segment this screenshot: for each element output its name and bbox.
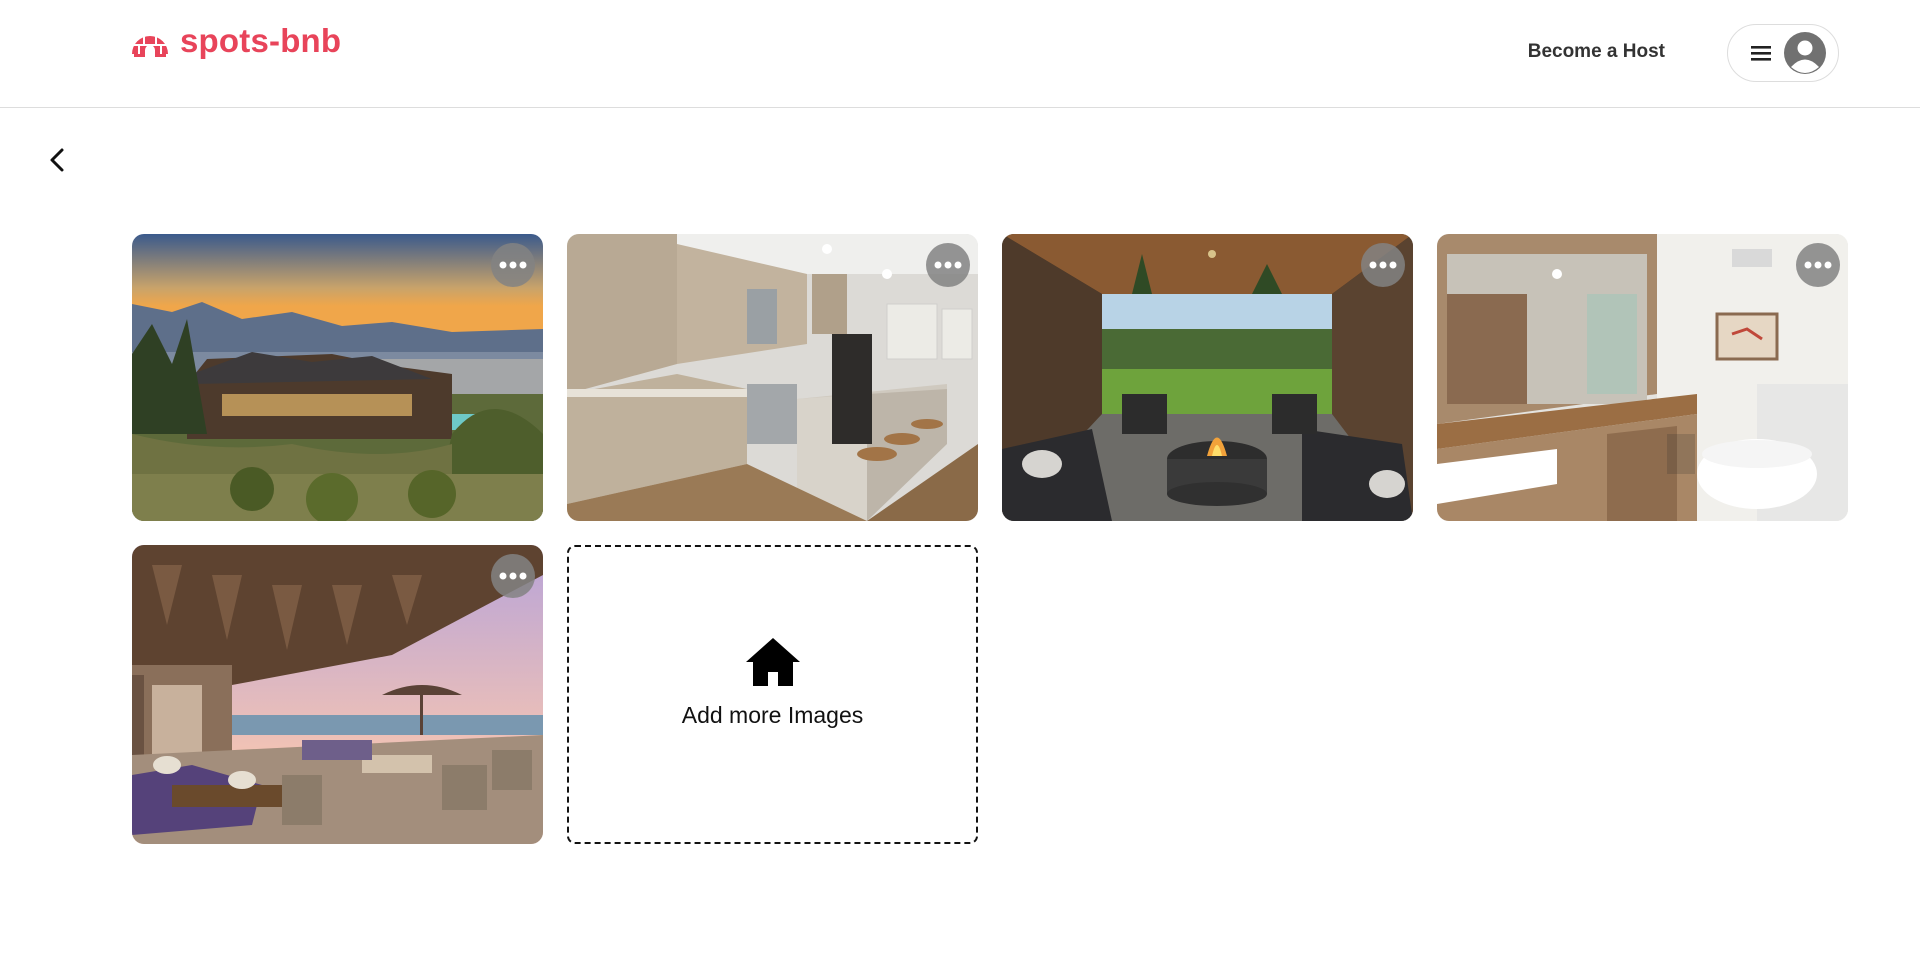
photo-options-button[interactable]: [926, 243, 970, 287]
site-header: spots-bnb Become a Host: [0, 0, 1920, 108]
photo-options-button[interactable]: [1361, 243, 1405, 287]
photo-options-button[interactable]: [491, 243, 535, 287]
photo-options-button[interactable]: [1796, 243, 1840, 287]
bathroom-photo: [1437, 234, 1848, 521]
add-more-images-label: Add more Images: [681, 702, 864, 728]
become-host-link[interactable]: Become a Host: [1528, 41, 1665, 63]
kitchen-photo: [567, 234, 978, 521]
photo-card-kitchen[interactable]: [567, 234, 978, 521]
hamburger-icon: [1751, 46, 1771, 61]
photo-card-terrace[interactable]: [132, 545, 543, 844]
lodge-exterior-photo: [132, 234, 543, 521]
back-button[interactable]: [42, 143, 72, 177]
user-menu-button[interactable]: [1727, 24, 1839, 82]
ellipsis-icon: [1804, 261, 1832, 269]
photo-card-lodge-exterior[interactable]: [132, 234, 543, 521]
photo-grid: Add more Images: [132, 234, 1848, 844]
photo-options-button[interactable]: [491, 554, 535, 598]
photo-card-bathroom[interactable]: [1437, 234, 1848, 521]
chevron-left-icon: [50, 148, 64, 172]
patio-firepit-photo: [1002, 234, 1413, 521]
photo-card-patio-firepit[interactable]: [1002, 234, 1413, 521]
brand-logo[interactable]: spots-bnb: [130, 22, 341, 60]
home-icon: [745, 638, 800, 686]
add-more-images-button[interactable]: Add more Images: [567, 545, 978, 844]
igloo-icon: [132, 32, 168, 57]
ellipsis-icon: [1369, 261, 1397, 269]
user-avatar-icon: [1784, 32, 1826, 74]
brand-name: spots-bnb: [180, 22, 342, 59]
ellipsis-icon: [934, 261, 962, 269]
ellipsis-icon: [499, 572, 527, 580]
ellipsis-icon: [499, 261, 527, 269]
terrace-photo: [132, 545, 543, 844]
